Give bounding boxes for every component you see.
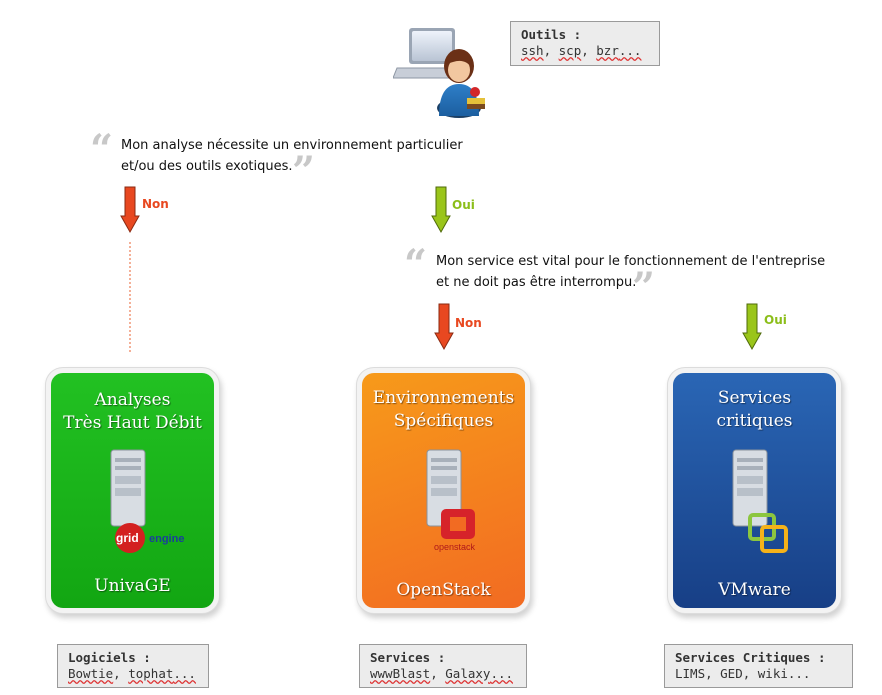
open-quote-icon: “ [90, 126, 114, 173]
openstack-logo-text: openstack [434, 542, 476, 552]
question-2: Mon service est vital pour le fonctionne… [436, 254, 826, 290]
close-quote-icon: ” [292, 148, 316, 195]
software-box: Logiciels : Bowtie, tophat... [57, 644, 209, 688]
close-quote-icon: ” [632, 264, 656, 311]
grid-engine-logo: grid engine [115, 523, 191, 553]
card-footer: UnivaGE [94, 576, 171, 596]
arrow-label-non-2: Non [455, 316, 482, 330]
arrow-down-red-icon [434, 303, 454, 351]
card-environnements: Environnements Spécifiques openstack Ope… [362, 373, 525, 608]
tools-box: Outils : ssh, scp, bzr... [510, 21, 660, 66]
dotted-connector [129, 242, 131, 352]
card-services-critiques: Services critiques VMware [673, 373, 836, 608]
tools-list: ssh, scp, bzr... [521, 43, 642, 58]
card-footer: VMware [718, 580, 791, 600]
arrow-label-non-1: Non [142, 197, 169, 211]
card-analyses: Analyses Très Haut Débit grid engine Uni… [51, 373, 214, 608]
tools-title: Outils : [521, 27, 582, 42]
server-icon [110, 449, 146, 527]
openstack-logo [441, 509, 475, 539]
vmware-logo [748, 513, 788, 553]
arrow-down-red-icon [120, 186, 140, 234]
user-laptop-icon [393, 28, 485, 118]
card-footer: OpenStack [396, 580, 491, 600]
open-quote-icon: “ [404, 241, 428, 288]
card-title: Environnements Spécifiques [372, 388, 515, 431]
card-title: Services critiques [716, 388, 793, 431]
card-title: Analyses Très Haut Débit [63, 390, 202, 433]
arrow-down-green-icon [431, 186, 451, 234]
arrow-label-oui-1: Oui [452, 198, 475, 212]
arrow-down-green-icon [742, 303, 762, 351]
arrow-label-oui-2: Oui [764, 313, 787, 327]
services-box: Services : wwwBlast, Galaxy... [359, 644, 527, 688]
critical-services-box: Services Critiques : LIMS, GED, wiki... [664, 644, 853, 688]
